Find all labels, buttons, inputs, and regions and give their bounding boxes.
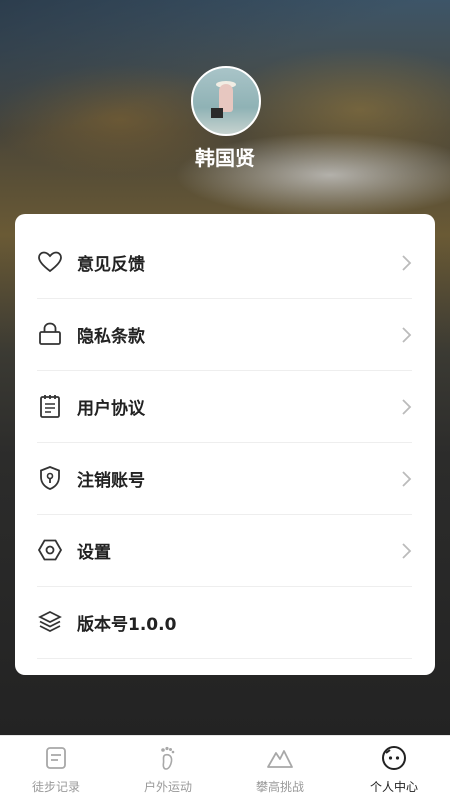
tab-climbing-challenge[interactable]: 攀高挑战 <box>224 736 336 801</box>
face-icon <box>382 746 406 770</box>
menu-item-label: 隐私条款 <box>77 327 145 347</box>
tab-outdoor-sports[interactable]: 户外运动 <box>112 736 224 801</box>
tab-profile[interactable]: 个人中心 <box>338 736 450 801</box>
mountain-icon <box>267 750 293 768</box>
menu-item-label: 设置 <box>77 543 111 563</box>
menu-item-label: 意见反馈 <box>77 255 145 275</box>
avatar-suitcase <box>211 108 223 118</box>
menu-item-privacy[interactable]: 隐私条款 <box>37 298 412 371</box>
menu-item-label: 版本号1.0.0 <box>77 615 177 635</box>
avatar[interactable] <box>191 66 261 136</box>
menu-item-settings[interactable]: 设置 <box>37 514 412 587</box>
bottom-tab-bar: 徒步记录 户外运动 攀高挑战 个人中心 <box>0 735 450 801</box>
menu-item-label: 注销账号 <box>77 471 145 491</box>
tab-hiking-records[interactable]: 徒步记录 <box>0 736 112 801</box>
tab-label: 个人中心 <box>369 780 418 794</box>
footprint-icon <box>161 746 175 770</box>
chevron-right-icon <box>402 543 412 559</box>
note-icon <box>46 747 66 769</box>
shield-keyhole-icon <box>40 466 60 490</box>
chevron-right-icon <box>402 327 412 343</box>
tab-label: 徒步记录 <box>31 780 80 794</box>
menu-item-user-agreement[interactable]: 用户协议 <box>37 370 412 443</box>
notepad-icon <box>40 395 60 418</box>
menu-item-version: 版本号1.0.0 <box>37 586 412 659</box>
menu-item-delete-account[interactable]: 注销账号 <box>37 442 412 515</box>
menu-item-label: 用户协议 <box>77 399 145 419</box>
tab-label: 攀高挑战 <box>255 780 304 794</box>
layers-icon <box>38 611 62 632</box>
menu-item-feedback[interactable]: 意见反馈 <box>37 226 412 299</box>
chevron-right-icon <box>402 255 412 271</box>
hexagon-settings-icon <box>37 539 63 561</box>
username: 韩国贤 <box>195 146 255 170</box>
heart-icon <box>38 251 62 273</box>
chevron-right-icon <box>402 399 412 415</box>
chevron-right-icon <box>402 471 412 487</box>
lock-icon <box>39 322 61 345</box>
tab-label: 户外运动 <box>143 780 192 794</box>
menu-card: 意见反馈 隐私条款 用户协议 注销账号 设置 版本号1.0.0 <box>15 214 435 675</box>
